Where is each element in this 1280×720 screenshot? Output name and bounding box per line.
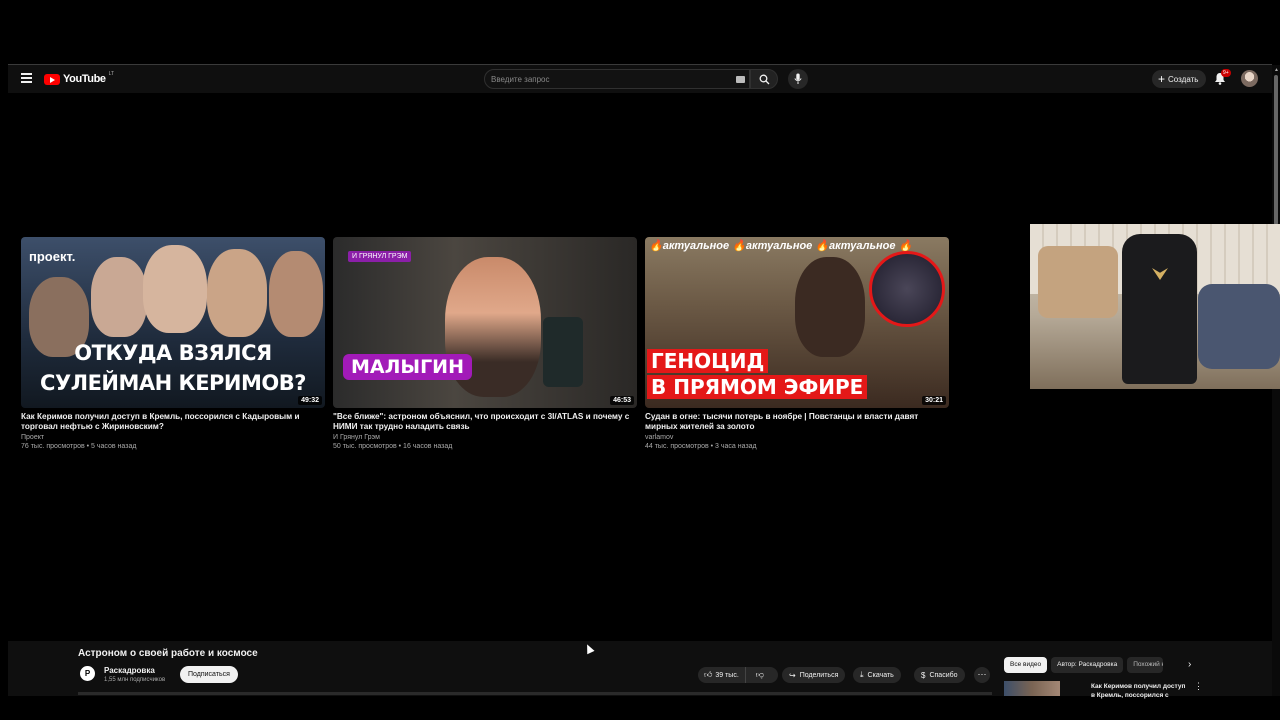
- youtube-logo[interactable]: YouTube LT: [44, 71, 115, 86]
- plus-icon: +: [1158, 72, 1166, 86]
- search-button[interactable]: [750, 69, 778, 89]
- video-duration: 46:53: [610, 396, 634, 405]
- video-duration: 49:32: [298, 396, 322, 405]
- voice-search-button[interactable]: [788, 69, 808, 89]
- dislike-button[interactable]: 👎︎: [750, 670, 770, 680]
- logo-text: YouTube: [63, 73, 106, 85]
- chevron-right-icon[interactable]: ›: [1188, 657, 1200, 673]
- channel-name[interactable]: Проект: [21, 434, 325, 441]
- thumbnail-person: [269, 251, 323, 337]
- search-icon: [759, 74, 770, 85]
- video-title[interactable]: Как Керимов получил доступ в Кремль, пос…: [21, 412, 325, 432]
- download-icon: ⤓: [860, 670, 864, 679]
- create-label: Создать: [1168, 74, 1199, 84]
- video-title[interactable]: "Все ближе": астроном объяснил, что прои…: [333, 412, 637, 432]
- video-thumbnail[interactable]: 🔥актуальное 🔥актуальное 🔥актуальное 🔥 ГЕ…: [645, 237, 949, 408]
- chip-similar[interactable]: Похожий к: [1127, 657, 1164, 673]
- like-dislike-group: 👍︎ 39 тыс. 👎︎: [698, 667, 778, 683]
- thanks-button[interactable]: $ Спасибо: [914, 667, 965, 683]
- thumbnail-person: [91, 257, 147, 337]
- thumbnail-top-caption: 🔥актуальное 🔥актуальное 🔥актуальное 🔥: [649, 240, 913, 252]
- thumbs-up-icon: 👍︎: [704, 670, 713, 679]
- related-video-thumbnail[interactable]: [1004, 681, 1060, 696]
- upload-age: 5 часов назад: [91, 443, 137, 450]
- thumbnail-brand: проект.: [29, 249, 76, 264]
- video-duration: 30:21: [922, 396, 946, 405]
- video-card[interactable]: проект. ОТКУДА ВЗЯЛСЯ СУЛЕЙМАН КЕРИМОВ? …: [21, 237, 325, 450]
- search-placeholder: Введите запрос: [491, 75, 550, 84]
- upload-age: 3 часа назад: [715, 443, 757, 450]
- view-count: 76 тыс. просмотров: [21, 443, 85, 450]
- view-count: 44 тыс. просмотров: [645, 443, 709, 450]
- top-black-band: [0, 0, 1280, 64]
- chip-all-videos[interactable]: Все видео: [1004, 657, 1048, 673]
- account-avatar[interactable]: [1241, 70, 1258, 87]
- hamburger-menu-icon[interactable]: [21, 73, 32, 83]
- watch-channel-name[interactable]: Раскадровка: [104, 666, 155, 675]
- scroll-up-arrow-icon[interactable]: ▲: [1274, 67, 1279, 73]
- subscriber-count: 1,55 млн подписчиков: [104, 677, 166, 683]
- thumbnail-microphone: [543, 317, 583, 387]
- video-meta: 76 тыс. просмотров • 5 часов назад: [21, 443, 137, 450]
- webcam-overlay: [1030, 224, 1280, 389]
- create-button[interactable]: + Создать: [1152, 70, 1207, 88]
- thanks-icon: $: [921, 670, 926, 680]
- thumbnail-headline-1: ОТКУДА ВЗЯЛСЯ: [74, 341, 272, 365]
- share-button[interactable]: ↪ Поделиться: [782, 667, 846, 683]
- thumbnail-name-label: МАЛЫГИН: [343, 354, 472, 380]
- video-meta: 44 тыс. просмотров • 3 часа назад: [645, 443, 757, 450]
- view-count: 50 тыс. просмотров: [333, 443, 397, 450]
- thumbs-down-icon: 👎︎: [755, 670, 764, 679]
- like-button[interactable]: 👍︎ 39 тыс.: [698, 667, 746, 683]
- thumbnail-headline-2: В ПРЯМОМ ЭФИРЕ: [647, 375, 868, 399]
- description-edge: [78, 692, 992, 695]
- video-card[interactable]: 🔥актуальное 🔥актуальное 🔥актуальное 🔥 ГЕ…: [645, 237, 949, 450]
- channel-name[interactable]: varlamov: [645, 434, 949, 441]
- thumbnail-headline-2: СУЛЕЙМАН КЕРИМОВ?: [40, 371, 306, 395]
- watch-video-title: Астроном о своей работе и космосе: [78, 648, 258, 659]
- thumbnail-channel-tag: И ГРЯНУЛ ГРЭМ: [348, 251, 412, 262]
- keyboard-icon[interactable]: [736, 76, 745, 83]
- related-filter-chips: Все видео Автор: Раскадровка Похожий к: [1004, 657, 1164, 673]
- notifications-badge: 9+: [1221, 69, 1231, 77]
- video-card[interactable]: И ГРЯНУЛ ГРЭМ МАЛЫГИН 46:53 "Все ближе":…: [333, 237, 637, 450]
- video-meta: 50 тыс. просмотров • 16 часов назад: [333, 443, 453, 450]
- channel-avatar[interactable]: P: [80, 666, 95, 681]
- webcam-gaming-chair: [1122, 234, 1197, 384]
- more-vertical-icon[interactable]: ⋮: [1194, 681, 1203, 692]
- masthead: YouTube LT Введите запрос + Создать 9+: [8, 65, 1272, 93]
- thumbnail-person: [207, 249, 267, 337]
- share-icon: ↪: [789, 670, 796, 680]
- video-title[interactable]: Судан в огне: тысячи потерь в ноябре | П…: [645, 412, 949, 432]
- scrollbar-thumb[interactable]: [1274, 75, 1278, 225]
- channel-name[interactable]: И Грянул Грэм: [333, 434, 637, 441]
- related-video-title[interactable]: Как Керимов получил доступ в Кремль, пос…: [1091, 682, 1191, 700]
- youtube-play-icon: [44, 73, 60, 85]
- watch-info-bar: Астроном о своей работе и космосе P Раск…: [8, 641, 1272, 699]
- subscribe-button[interactable]: Подписаться: [180, 666, 238, 683]
- chip-by-author[interactable]: Автор: Раскадровка: [1051, 657, 1124, 673]
- like-count: 39 тыс.: [715, 671, 739, 679]
- webcam-blanket: [1198, 284, 1280, 369]
- logo-country-code: LT: [108, 71, 115, 77]
- upload-age: 16 часов назад: [403, 443, 453, 450]
- thumbnail-person: [143, 245, 207, 333]
- thumbnail-headline-1: ГЕНОЦИД: [647, 349, 769, 373]
- microphone-icon: [794, 73, 802, 84]
- search-input[interactable]: Введите запрос: [484, 69, 750, 89]
- download-button[interactable]: ⤓ Скачать: [853, 667, 901, 683]
- notifications-button[interactable]: 9+: [1214, 69, 1231, 86]
- thanks-label: Спасибо: [929, 671, 958, 679]
- more-actions-button[interactable]: ···: [974, 667, 990, 683]
- webcam-armchair: [1038, 246, 1118, 318]
- download-label: Скачать: [867, 671, 894, 679]
- thumbnail-person: [795, 257, 865, 357]
- video-thumbnail[interactable]: И ГРЯНУЛ ГРЭМ МАЛЫГИН 46:53: [333, 237, 637, 408]
- video-thumbnail[interactable]: проект. ОТКУДА ВЗЯЛСЯ СУЛЕЙМАН КЕРИМОВ? …: [21, 237, 325, 408]
- thumbnail-highlight-circle: [869, 251, 945, 327]
- share-label: Поделиться: [799, 671, 839, 679]
